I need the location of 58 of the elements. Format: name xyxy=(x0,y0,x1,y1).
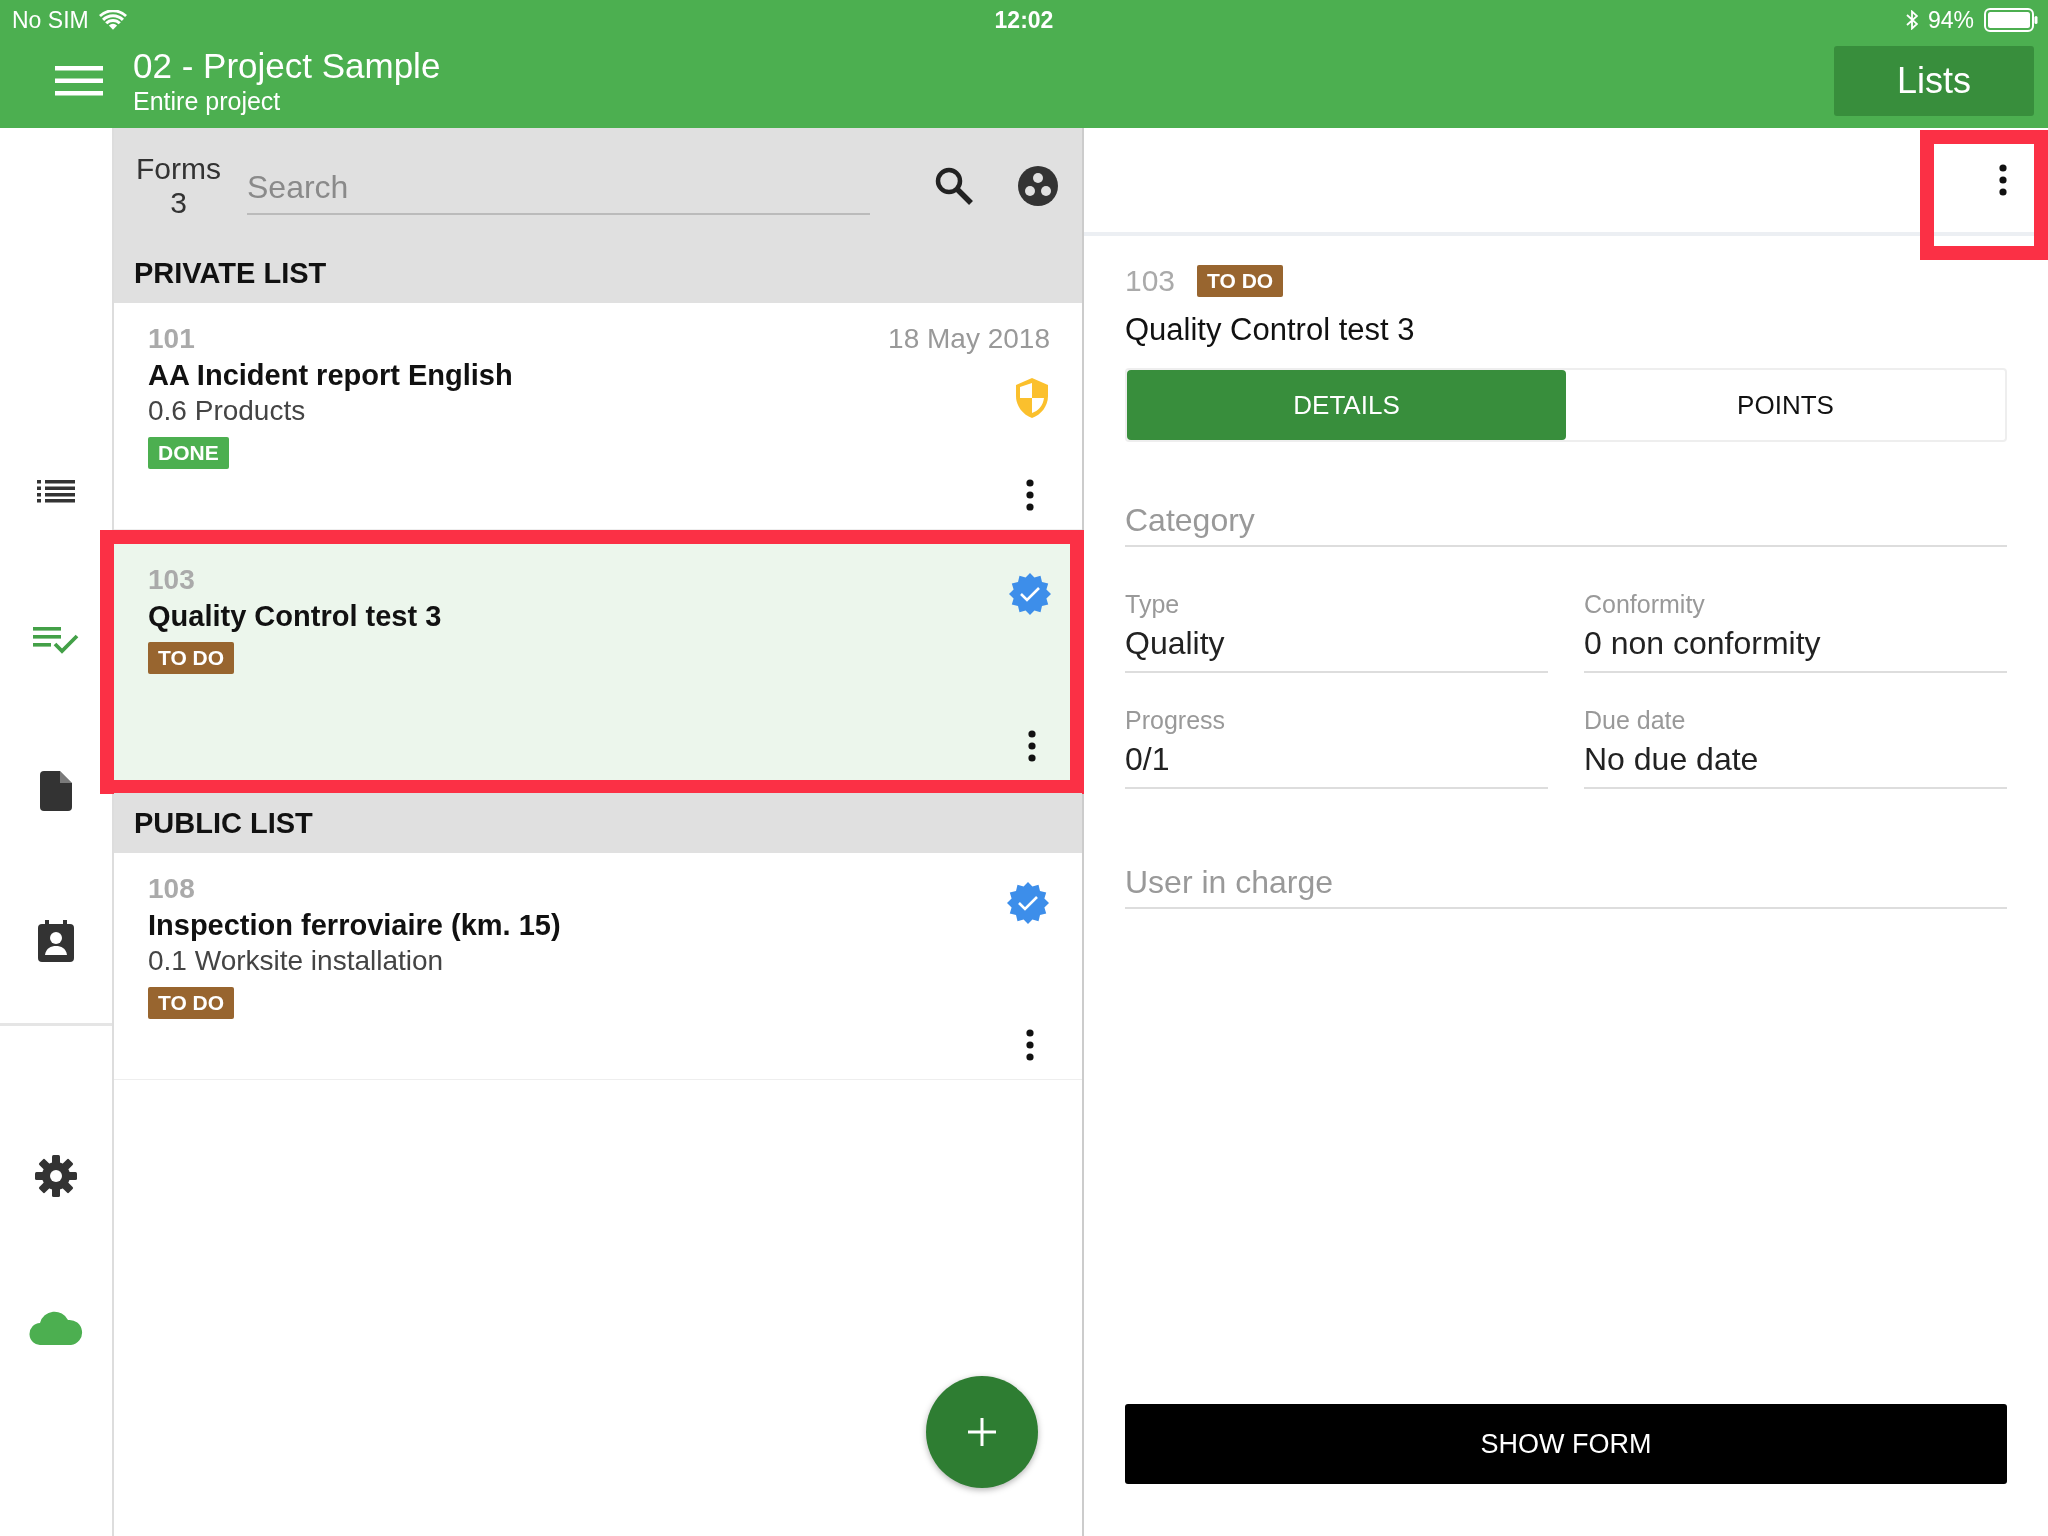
field-label: Progress xyxy=(1125,705,1227,736)
wifi-icon xyxy=(98,9,127,31)
form-title: Quality Control test 3 xyxy=(1125,312,1416,348)
form-number: 101 xyxy=(148,322,196,356)
field-value: No due date xyxy=(1584,740,1760,779)
tab[interactable]: DETAILS xyxy=(1127,370,1566,440)
document-icon[interactable] xyxy=(40,771,72,811)
form-number: 108 xyxy=(148,872,196,906)
form-subtitle: 0.1 Worksite installation xyxy=(148,944,445,978)
lists-button[interactable]: Lists xyxy=(1834,46,2034,116)
more-icon[interactable] xyxy=(1999,164,2007,196)
form-date: 18 May 2018 xyxy=(888,322,1050,356)
add-button[interactable] xyxy=(926,1376,1038,1488)
field-label: User in charge xyxy=(1125,864,1334,900)
more-icon[interactable] xyxy=(1028,730,1036,762)
status-badge: TO DO xyxy=(148,987,235,1019)
status-badge: TO DO xyxy=(1197,265,1284,297)
checklist-icon[interactable] xyxy=(33,626,79,656)
field-label: Conformity xyxy=(1584,589,1706,620)
form-title: AA Incident report English xyxy=(148,358,514,393)
settings-icon[interactable] xyxy=(34,1154,78,1198)
carrier-label: No SIM xyxy=(12,6,89,34)
project-subtitle: Entire project xyxy=(133,86,282,116)
battery-icon xyxy=(1984,8,2038,32)
menu-icon[interactable] xyxy=(55,66,103,96)
battery-label: 94% xyxy=(1927,6,1974,34)
field-value: 0/1 xyxy=(1125,740,1171,779)
form-number: 103 xyxy=(1125,264,1176,298)
section-header: PUBLIC LIST xyxy=(114,793,1082,853)
project-title: 02 - Project Sample xyxy=(133,46,442,86)
search-icon[interactable] xyxy=(934,166,974,206)
form-title: Inspection ferroviaire (km. 15) xyxy=(148,908,562,943)
contact-icon[interactable] xyxy=(38,920,74,962)
field-label: Type xyxy=(1125,589,1181,620)
more-icon[interactable] xyxy=(1026,479,1034,511)
forms-label: Forms xyxy=(136,152,221,186)
show-form-button[interactable]: SHOW FORM xyxy=(1125,1404,2007,1484)
field-label: Due date xyxy=(1584,705,1687,736)
cloud-icon[interactable] xyxy=(29,1311,83,1345)
form-title: Quality Control test 3 xyxy=(148,599,443,634)
more-icon[interactable] xyxy=(1026,1029,1034,1061)
group-icon[interactable] xyxy=(1018,166,1058,206)
verified-icon xyxy=(1006,881,1050,925)
section-header: PRIVATE LIST xyxy=(114,243,1082,303)
form-subtitle: 0.6 Products xyxy=(148,394,307,428)
status-badge: TO DO xyxy=(148,642,235,674)
shield-icon xyxy=(1014,377,1050,419)
list-icon[interactable] xyxy=(37,479,75,503)
field-value: Quality xyxy=(1125,624,1226,663)
verified-icon xyxy=(1008,572,1052,616)
form-card[interactable]: 103 Quality Control test 3 TO DO xyxy=(114,544,1070,780)
form-number: 103 xyxy=(148,563,196,597)
clock-label: 12:02 xyxy=(993,6,1055,34)
status-badge: DONE xyxy=(148,437,229,469)
forms-count: 3 xyxy=(170,186,187,220)
field-label: Category xyxy=(1125,502,1255,538)
bluetooth-icon xyxy=(1905,10,1918,30)
field-value: 0 non conformity xyxy=(1584,624,1822,663)
